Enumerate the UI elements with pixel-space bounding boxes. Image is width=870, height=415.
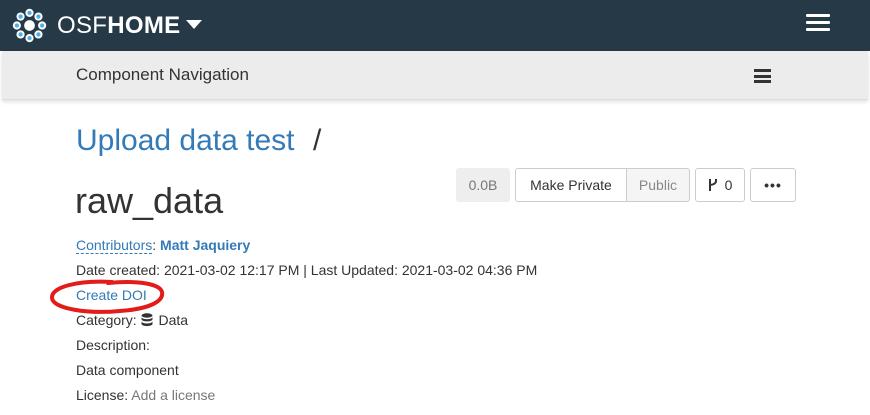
fork-button[interactable]: 0 xyxy=(695,168,745,202)
license-label: License: xyxy=(76,387,129,403)
storage-size-badge: 0.0B xyxy=(456,168,510,202)
date-line: Date created: 2021-03-02 12:17 PM | Last… xyxy=(76,262,538,278)
parent-project-link[interactable]: Upload data test xyxy=(76,124,294,158)
database-icon xyxy=(141,313,153,327)
category-value: Data xyxy=(158,312,189,328)
create-doi-link[interactable]: Create DOI xyxy=(76,287,147,303)
contributor-link[interactable]: Matt Jaquiery xyxy=(160,237,250,253)
brand-osf-text: OSF xyxy=(57,12,108,39)
license-row: License: Add a license xyxy=(76,387,215,403)
public-button[interactable]: Public xyxy=(626,168,690,202)
more-options-button[interactable]: ••• xyxy=(750,168,796,202)
brand-home-link[interactable]: OSF HOME xyxy=(57,11,180,41)
description-label: Description: xyxy=(76,337,150,353)
component-menu-icon[interactable] xyxy=(754,69,771,83)
contributors-separator: : xyxy=(152,237,157,253)
fork-count: 0 xyxy=(724,177,733,193)
fork-icon xyxy=(708,179,717,191)
contributors-row: Contributors: Matt Jaquiery xyxy=(76,237,250,254)
category-label: Category: xyxy=(76,312,137,328)
add-license-link[interactable]: Add a license xyxy=(131,387,215,403)
page-title: raw_data xyxy=(75,180,224,221)
top-navbar: OSF HOME xyxy=(0,0,870,51)
category-row: Category: Data xyxy=(76,312,188,328)
brand-home-text: HOME xyxy=(107,12,181,39)
breadcrumb-separator: / xyxy=(313,124,322,157)
make-private-button[interactable]: Make Private xyxy=(515,168,627,202)
contributors-label[interactable]: Contributors xyxy=(76,237,153,254)
hamburger-icon[interactable] xyxy=(806,14,830,32)
osf-logo-icon[interactable] xyxy=(12,8,47,43)
component-navigation-title: Component Navigation xyxy=(76,65,249,84)
chevron-down-icon[interactable] xyxy=(186,20,202,29)
description-value[interactable]: Data component xyxy=(76,362,179,378)
component-navigation-bar: Component Navigation xyxy=(2,51,868,100)
